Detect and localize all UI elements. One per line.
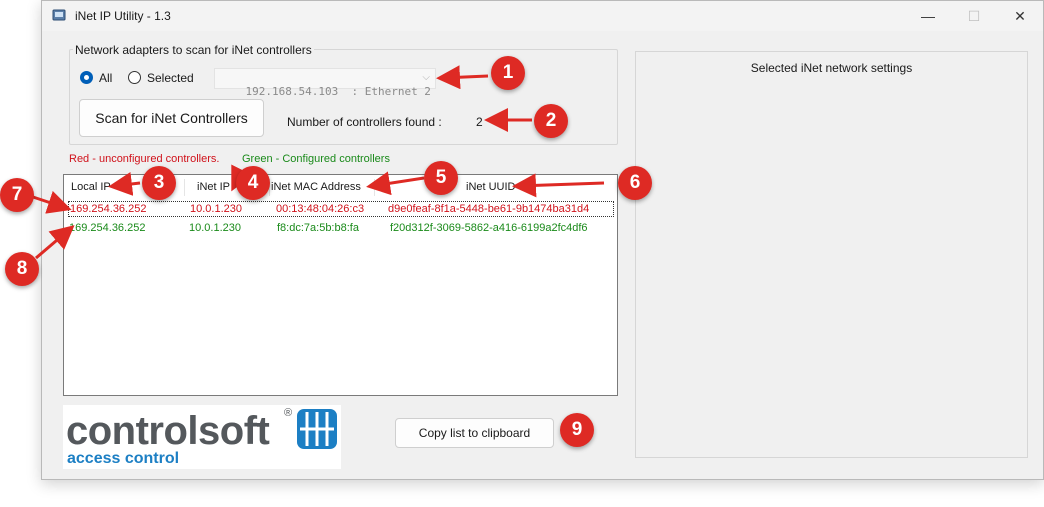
column-header-local-ip[interactable]: Local IP <box>71 181 111 193</box>
selected-settings-title: Selected iNet network settings <box>750 61 913 75</box>
radio-selected[interactable] <box>128 71 141 84</box>
close-button[interactable]: ✕ <box>997 1 1043 31</box>
column-header-mac[interactable]: iNet MAC Address <box>271 181 361 193</box>
adapter-select[interactable]: 192.168.54.103 : Ethernet 2 ⌵ <box>214 68 436 98</box>
controllers-found-value: 2 <box>476 115 483 129</box>
app-window: iNet IP Utility - 1.3 — ☐ ✕ Network adap… <box>41 0 1044 480</box>
app-icon <box>52 9 66 21</box>
legend-unconfigured: Red - unconfigured controllers. <box>69 153 220 165</box>
radio-all[interactable] <box>80 71 93 84</box>
cell-local-ip: 169.254.36.252 <box>70 203 147 215</box>
logo-registered-mark: ® <box>284 407 293 419</box>
cell-local-ip: 169.254.36.252 <box>69 222 146 234</box>
title-bar: iNet IP Utility - 1.3 — ☐ ✕ <box>42 1 1043 31</box>
annotation-marker-3: 3 <box>142 166 176 200</box>
annotation-marker-8: 8 <box>5 252 39 286</box>
controlsoft-logo: controlsoft ® access control <box>63 405 341 469</box>
column-divider[interactable] <box>184 179 185 196</box>
controller-list[interactable]: Local IP iNet IP iNet MAC Address iNet U… <box>63 174 618 396</box>
cell-mac: 00:13:48:04:26:c3 <box>276 203 365 215</box>
radio-selected-label[interactable]: Selected <box>147 71 194 85</box>
selected-settings-panel: Selected iNet network settings <box>635 51 1028 458</box>
table-row[interactable]: 169.254.36.252 10.0.1.230 f8:dc:7a:5b:b8… <box>68 220 614 236</box>
annotation-marker-5: 5 <box>424 161 458 195</box>
adapter-group-legend: Network adapters to scan for iNet contro… <box>73 43 314 57</box>
column-header-inet-ip[interactable]: iNet IP <box>197 181 230 193</box>
table-row[interactable]: 169.254.36.252 10.0.1.230 00:13:48:04:26… <box>68 201 614 217</box>
radio-all-label[interactable]: All <box>99 71 112 85</box>
window-title: iNet IP Utility - 1.3 <box>75 9 171 23</box>
logo-tagline: access control <box>67 450 180 467</box>
maximize-button[interactable]: ☐ <box>951 1 997 31</box>
chevron-down-icon: ⌵ <box>422 72 430 83</box>
column-header-uuid[interactable]: iNet UUID <box>466 181 516 193</box>
scan-button[interactable]: Scan for iNet Controllers <box>79 99 264 137</box>
minimize-button[interactable]: — <box>905 1 951 31</box>
cell-inet-ip: 10.0.1.230 <box>189 222 241 234</box>
annotation-marker-6: 6 <box>618 166 652 200</box>
annotation-marker-2: 2 <box>534 104 568 138</box>
annotation-marker-1: 1 <box>491 56 525 90</box>
legend-configured: Green - Configured controllers <box>242 153 390 165</box>
copy-list-button[interactable]: Copy list to clipboard <box>395 418 554 448</box>
cell-inet-ip: 10.0.1.230 <box>190 203 242 215</box>
logo-grid-icon <box>297 409 337 449</box>
logo-wordmark: controlsoft <box>66 409 270 453</box>
annotation-marker-7: 7 <box>0 178 34 212</box>
annotation-marker-9: 9 <box>560 413 594 447</box>
controllers-found-label: Number of controllers found : <box>287 115 442 129</box>
annotation-marker-4: 4 <box>236 166 270 200</box>
column-divider[interactable] <box>374 179 375 196</box>
adapter-select-value: 192.168.54.103 : Ethernet 2 <box>245 85 431 98</box>
cell-uuid: f20d312f-3069-5862-a416-6199a2fc4df6 <box>390 222 588 234</box>
cell-mac: f8:dc:7a:5b:b8:fa <box>277 222 359 234</box>
cell-uuid: d9e0feaf-8f1a-5448-be61-9b1474ba31d4 <box>388 203 590 215</box>
